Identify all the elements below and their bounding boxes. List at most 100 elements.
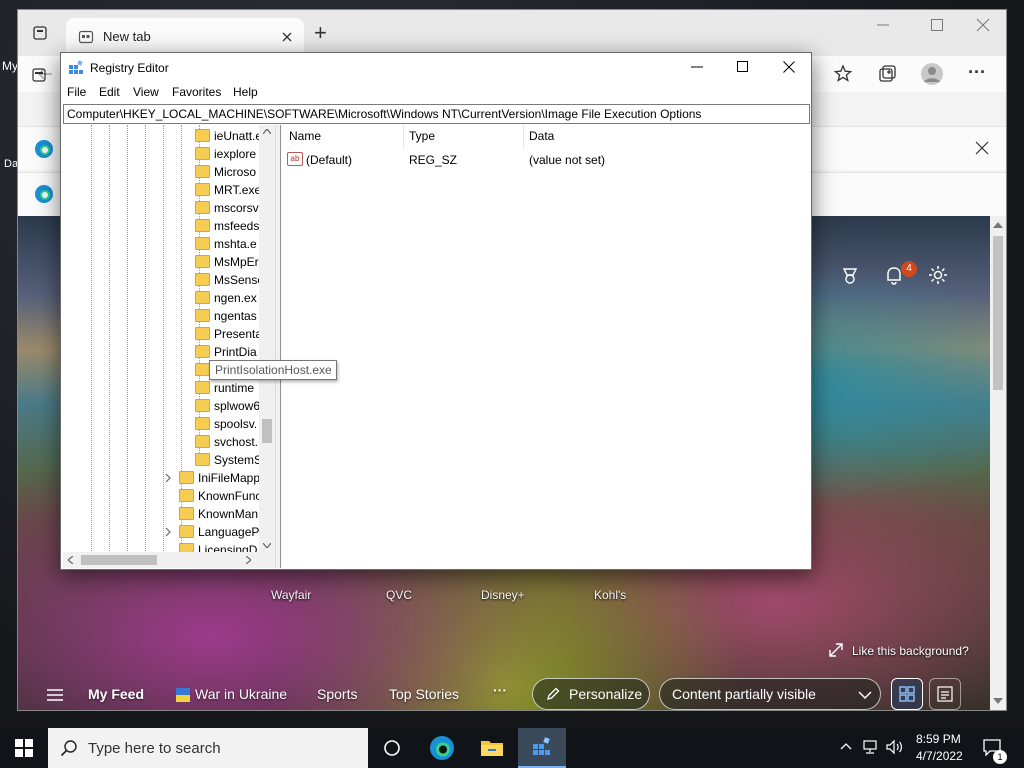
- chevron-up-icon[interactable]: [840, 742, 852, 750]
- task-view-icon: [384, 740, 400, 756]
- menu-file[interactable]: File: [67, 85, 86, 99]
- value-row[interactable]: ab (Default) REG_SZ (value not set): [281, 151, 809, 169]
- menu-edit[interactable]: Edit: [99, 85, 120, 99]
- tab-new-tab[interactable]: New tab: [66, 18, 304, 56]
- tree-hscroll-thumb[interactable]: [81, 555, 157, 565]
- taskbar-file-explorer-button[interactable]: [468, 728, 516, 768]
- column-type-header[interactable]: Type: [409, 129, 435, 147]
- tree-item[interactable]: KnownMan: [63, 505, 273, 523]
- personalize-button[interactable]: Personalize: [532, 678, 650, 710]
- tree-item[interactable]: Presenta: [63, 325, 273, 343]
- address-bar[interactable]: Computer\HKEY_LOCAL_MACHINE\SOFTWARE\Mic…: [63, 104, 810, 124]
- start-button[interactable]: [0, 728, 48, 768]
- scroll-up-arrow-icon[interactable]: [993, 222, 1003, 228]
- tree-item[interactable]: msfeeds: [63, 217, 273, 235]
- tab-strip: New tab +: [18, 10, 1006, 56]
- collections-icon[interactable]: [877, 64, 897, 84]
- tree-item[interactable]: MsSense: [63, 271, 273, 289]
- feed-tab-top-stories[interactable]: Top Stories: [389, 686, 459, 702]
- taskbar-edge-button[interactable]: [418, 728, 466, 768]
- grid-layout-button[interactable]: [891, 678, 923, 710]
- scroll-right-arrow-icon[interactable]: [246, 556, 251, 564]
- top-site-qvc[interactable]: QVC: [386, 588, 412, 602]
- column-separator[interactable]: [403, 125, 404, 149]
- close-tab-icon[interactable]: [281, 31, 293, 43]
- tree-item[interactable]: SystemS: [63, 451, 273, 469]
- network-icon[interactable]: [862, 739, 880, 755]
- maximize-icon[interactable]: [737, 61, 749, 73]
- column-separator[interactable]: [523, 125, 524, 149]
- tree-horizontal-scrollbar[interactable]: [63, 552, 275, 568]
- close-icon[interactable]: [783, 61, 795, 73]
- column-data-header[interactable]: Data: [529, 129, 554, 147]
- tree-item[interactable]: iexplore: [63, 145, 273, 163]
- tree-item[interactable]: MsMpEr: [63, 253, 273, 271]
- rewards-icon[interactable]: [840, 266, 860, 286]
- desktop-icon-label[interactable]: My: [2, 59, 18, 73]
- top-site-kohls[interactable]: Kohl's: [594, 588, 626, 602]
- expand-chevron-icon: [165, 473, 171, 483]
- tree-item[interactable]: KnownFunc: [63, 487, 273, 505]
- volume-icon[interactable]: [886, 739, 904, 755]
- scroll-down-arrow-icon[interactable]: [993, 698, 1003, 704]
- expand-background-icon[interactable]: [828, 642, 844, 658]
- content-visibility-dropdown[interactable]: Content partially visible: [659, 678, 881, 710]
- tree-item[interactable]: IniFileMapp: [63, 469, 273, 487]
- top-site-wayfair[interactable]: Wayfair: [271, 588, 311, 602]
- page-settings-gear-icon[interactable]: [927, 264, 949, 286]
- profile-avatar[interactable]: [920, 62, 944, 86]
- minimize-browser-icon[interactable]: [876, 18, 890, 32]
- scroll-up-arrow-icon[interactable]: [263, 129, 271, 134]
- regedit-menu-bar: File Edit View Favorites Help: [61, 83, 811, 103]
- hamburger-menu-icon[interactable]: [46, 688, 64, 702]
- value-name: (Default): [306, 153, 353, 167]
- tree-item[interactable]: mshta.e: [63, 235, 273, 253]
- menu-favorites[interactable]: Favorites: [172, 85, 221, 99]
- close-infobar-icon[interactable]: [975, 141, 989, 155]
- tree-vertical-scrollbar[interactable]: [259, 125, 275, 553]
- tree-item[interactable]: mscorsv: [63, 199, 273, 217]
- settings-and-more-button[interactable]: ···: [968, 62, 986, 83]
- tree-item[interactable]: runtime: [63, 379, 273, 397]
- feed-tab-sports[interactable]: Sports: [317, 686, 357, 702]
- favorites-icon[interactable]: [833, 64, 853, 84]
- new-tab-button[interactable]: +: [314, 20, 327, 46]
- bookmarks-icon[interactable]: [32, 68, 46, 82]
- tree-scrollbar-thumb[interactable]: [262, 419, 272, 443]
- feed-tab-war-in-ukraine[interactable]: War in Ukraine: [195, 686, 287, 702]
- minimize-icon[interactable]: [691, 61, 703, 73]
- tree-item[interactable]: ngentas: [63, 307, 273, 325]
- regedit-title-bar[interactable]: Registry Editor: [61, 53, 811, 83]
- page-scrollbar-thumb[interactable]: [993, 236, 1003, 390]
- taskbar-regedit-button[interactable]: [518, 728, 566, 768]
- column-name-header[interactable]: Name: [289, 129, 321, 147]
- clock-date[interactable]: 4/7/2022: [916, 749, 963, 763]
- desktop-icon-label-2[interactable]: Da: [4, 158, 18, 170]
- tree-item[interactable]: Microso: [63, 163, 273, 181]
- menu-view[interactable]: View: [133, 85, 159, 99]
- task-view-button[interactable]: [368, 728, 416, 768]
- tree-item[interactable]: MRT.exe: [63, 181, 273, 199]
- tree-item[interactable]: LanguageP: [63, 523, 273, 541]
- close-browser-icon[interactable]: [976, 18, 990, 32]
- tree-item[interactable]: spoolsv.: [63, 415, 273, 433]
- tree-item[interactable]: PrintDia: [63, 343, 273, 361]
- clock-time[interactable]: 8:59 PM: [916, 732, 961, 746]
- scroll-down-arrow-icon[interactable]: [263, 543, 271, 548]
- scroll-left-arrow-icon[interactable]: [68, 556, 73, 564]
- tab-actions-icon[interactable]: [32, 25, 48, 41]
- like-this-background-link[interactable]: Like this background?: [852, 644, 969, 658]
- tree-item[interactable]: ieUnatt.e: [63, 127, 273, 145]
- tree-item[interactable]: svchost.: [63, 433, 273, 451]
- feed-tab-my-feed[interactable]: My Feed: [88, 686, 144, 702]
- list-layout-button[interactable]: [929, 678, 961, 710]
- taskbar-search-box[interactable]: Type here to search: [48, 728, 368, 768]
- tree-item[interactable]: ngen.ex: [63, 289, 273, 307]
- maximize-browser-icon[interactable]: [930, 18, 944, 32]
- tree-item[interactable]: splwow6: [63, 397, 273, 415]
- menu-help[interactable]: Help: [233, 85, 258, 99]
- page-scrollbar[interactable]: [990, 216, 1006, 710]
- top-site-disney-plus[interactable]: Disney+: [481, 588, 525, 602]
- value-type: REG_SZ: [409, 153, 458, 167]
- feed-more-button[interactable]: ···: [493, 682, 507, 698]
